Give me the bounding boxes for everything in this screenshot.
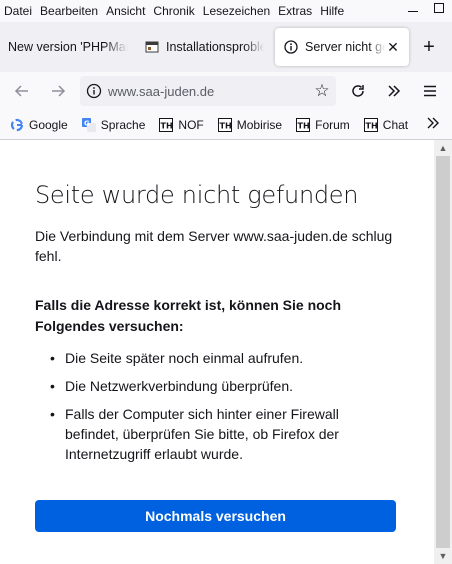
tab-label: Server nicht gef [305,40,385,54]
menu-ansicht[interactable]: Ansicht [102,2,149,20]
bookmark-nof[interactable]: TH NOF [159,117,204,132]
menu-hilfe[interactable]: Hilfe [316,2,348,20]
tab-label: New version 'PHPMail [8,40,128,54]
svg-text:TH: TH [298,121,310,130]
url-text[interactable]: www.saa-juden.de [108,84,308,99]
menu-bar: Datei Bearbeiten Ansicht Chronik Lesezei… [0,0,452,22]
bookmark-label: Sprache [100,117,146,132]
scroll-up-icon[interactable]: ▲ [434,140,452,156]
site-info-icon[interactable] [80,83,108,99]
error-page: Seite wurde nicht gefunden Die Verbindun… [0,140,434,564]
error-hint: Falls die Adresse korrekt ist, können Si… [35,297,342,334]
bookmark-label: Chat [382,117,409,132]
bookmarks-bar: Google G Sprache TH NOF TH Mobirise TH F… [0,110,452,140]
forward-arrow-icon[interactable] [44,77,72,105]
th-icon: TH [296,117,311,132]
maximize-icon[interactable] [434,3,444,13]
bookmark-label: Google [29,117,68,132]
info-icon [283,39,299,55]
error-description: Die Verbindung mit dem Server www.saa-ju… [35,228,393,264]
th-icon: TH [217,117,232,132]
menu-chronik[interactable]: Chronik [149,2,198,20]
tab-strip: New version 'PHPMail Installationsproble… [0,22,452,72]
minimize-icon[interactable] [408,10,418,12]
hamburger-menu-icon[interactable] [416,77,444,105]
tab-server-nicht-gefunden[interactable]: Server nicht gef ✕ [275,28,409,66]
menu-datei[interactable]: Datei [0,2,36,20]
menu-extras[interactable]: Extras [274,2,316,20]
scroll-thumb[interactable] [436,156,450,548]
bookmark-mobirise[interactable]: TH Mobirise [217,117,283,132]
url-bar[interactable]: www.saa-juden.de ☆ [80,76,336,106]
tips-list: Die Seite später noch einmal aufrufen. D… [50,348,390,472]
tab-label: Installationsproble [166,40,264,54]
tab-installationsprobleme[interactable]: Installationsproble [136,28,272,66]
window-controls [408,3,444,13]
bookmark-chat[interactable]: TH Chat [363,117,409,132]
svg-text:TH: TH [219,121,231,130]
google-icon [10,118,24,132]
th-icon: TH [159,117,174,132]
new-tab-button[interactable]: + [415,36,443,59]
nav-bar: www.saa-juden.de ☆ [0,72,452,110]
svg-text:TH: TH [161,121,173,130]
list-item: Die Seite später noch einmal aufrufen. [50,348,390,368]
bookmark-label: Forum [315,117,350,132]
th-icon: TH [363,117,378,132]
menu-bearbeiten[interactable]: Bearbeiten [36,2,102,20]
overflow-chevron-icon[interactable] [380,77,408,105]
reload-icon[interactable] [344,77,372,105]
scrollbar[interactable]: ▲ ▼ [434,140,452,564]
page-title: Seite wurde nicht gefunden [35,181,359,209]
translate-icon: G [81,117,96,132]
scroll-down-icon[interactable]: ▼ [434,548,452,564]
bookmark-google[interactable]: Google [10,118,68,132]
back-arrow-icon[interactable] [8,77,36,105]
bookmark-star-icon[interactable]: ☆ [308,81,336,101]
tab-phpmailer[interactable]: New version 'PHPMail [0,28,136,66]
list-item: Falls der Computer sich hinter einer Fir… [50,404,390,464]
svg-text:TH: TH [365,121,377,130]
bookmark-label: Mobirise [236,117,283,132]
retry-button[interactable]: Nochmals versuchen [35,500,396,532]
bookmark-label: NOF [178,117,204,132]
page-icon [144,39,160,55]
bookmarks-overflow-chevron-icon[interactable] [426,116,440,134]
bookmark-forum[interactable]: TH Forum [296,117,350,132]
bookmark-sprache[interactable]: G Sprache [81,117,146,132]
svg-text:G: G [84,119,90,127]
menu-lesezeichen[interactable]: Lesezeichen [199,2,274,20]
close-icon[interactable]: ✕ [385,39,401,56]
list-item: Die Netzwerkverbindung überprüfen. [50,376,390,396]
